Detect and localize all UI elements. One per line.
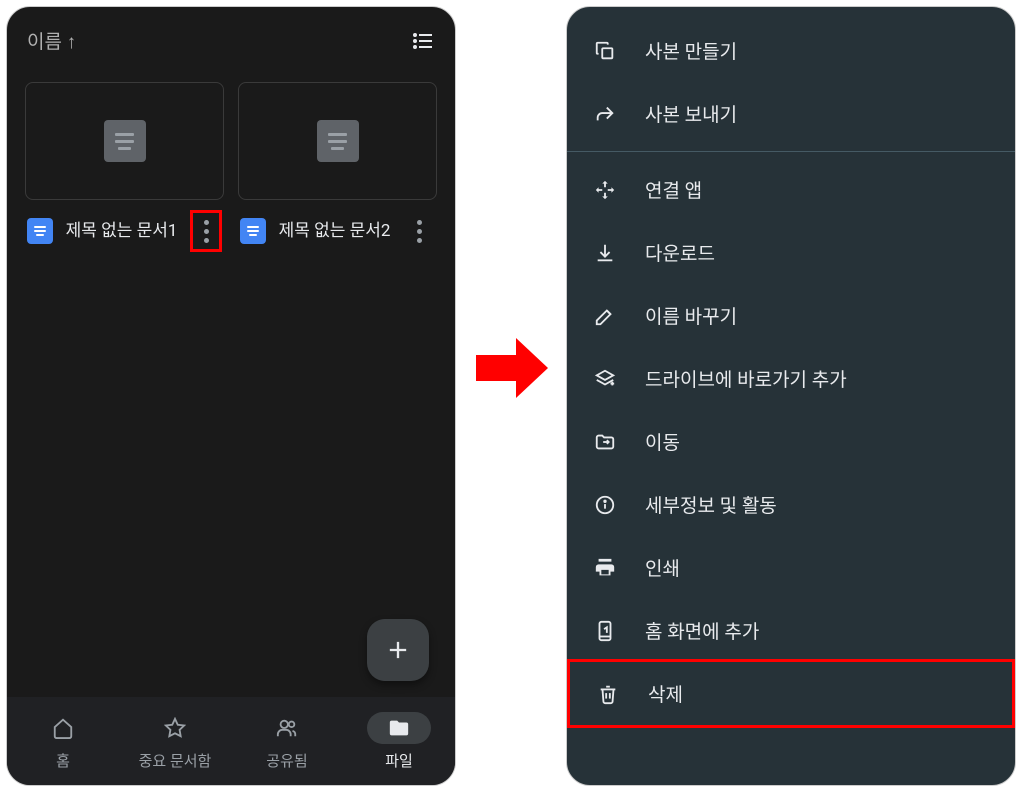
sort-button[interactable]: 이름 ↑ xyxy=(27,27,76,54)
menu-divider xyxy=(567,151,1015,152)
menu-item-label: 인쇄 xyxy=(645,554,680,581)
menu-item-download[interactable]: 다운로드 xyxy=(567,221,1015,284)
context-menu-screen: 사본 만들기사본 보내기연결 앱다운로드이름 바꾸기드라이브에 바로가기 추가이… xyxy=(566,6,1016,786)
menu-item-add-home[interactable]: 홈 화면에 추가 xyxy=(567,599,1015,662)
document-icon xyxy=(104,120,146,162)
file-thumbnail xyxy=(25,82,224,200)
print-icon xyxy=(593,556,617,580)
docs-badge-icon xyxy=(240,218,266,244)
move-icon xyxy=(593,430,617,454)
docs-badge-icon xyxy=(27,218,53,244)
view-toggle-icon[interactable] xyxy=(411,29,435,53)
nav-home[interactable]: 홈 xyxy=(7,697,119,785)
tutorial-arrow-icon xyxy=(476,338,548,398)
files-screen: 이름 ↑ 제목 없는 문서1 제목 없는 문서2 xyxy=(6,6,456,786)
delete-icon xyxy=(596,682,620,706)
menu-item-send[interactable]: 사본 보내기 xyxy=(567,82,1015,145)
menu-item-delete[interactable]: 삭제 xyxy=(567,659,1015,728)
nav-starred[interactable]: 중요 문서함 xyxy=(119,697,231,785)
menu-item-label: 사본 보내기 xyxy=(645,100,737,127)
people-icon xyxy=(276,717,298,739)
menu-item-copy[interactable]: 사본 만들기 xyxy=(567,19,1015,82)
copy-icon xyxy=(593,39,617,63)
nav-label: 홈 xyxy=(56,750,70,771)
bottom-nav: 홈 중요 문서함 공유됨 파일 xyxy=(7,697,455,785)
menu-item-label: 연결 앱 xyxy=(645,176,702,203)
file-card[interactable]: 제목 없는 문서2 xyxy=(238,82,437,262)
file-grid: 제목 없는 문서1 제목 없는 문서2 xyxy=(7,68,455,276)
more-options-button[interactable] xyxy=(403,210,435,252)
menu-item-info[interactable]: 세부정보 및 활동 xyxy=(567,473,1015,536)
more-options-button[interactable] xyxy=(190,210,222,252)
menu-item-label: 이름 바꾸기 xyxy=(645,302,737,329)
shortcut-icon xyxy=(593,367,617,391)
menu-item-rename[interactable]: 이름 바꾸기 xyxy=(567,284,1015,347)
file-thumbnail xyxy=(238,82,437,200)
menu-item-print[interactable]: 인쇄 xyxy=(567,536,1015,599)
file-title: 제목 없는 문서1 xyxy=(61,220,182,242)
info-icon xyxy=(593,493,617,517)
folder-icon xyxy=(388,717,410,739)
menu-item-shortcut[interactable]: 드라이브에 바로가기 추가 xyxy=(567,347,1015,410)
send-icon xyxy=(593,102,617,126)
menu-item-label: 사본 만들기 xyxy=(645,37,737,64)
home-icon xyxy=(52,717,74,739)
menu-item-label: 드라이브에 바로가기 추가 xyxy=(645,365,847,392)
menu-item-move[interactable]: 이동 xyxy=(567,410,1015,473)
star-icon xyxy=(164,717,186,739)
menu-item-open-with[interactable]: 연결 앱 xyxy=(567,158,1015,221)
fab-new-button[interactable] xyxy=(367,619,429,681)
menu-item-label: 삭제 xyxy=(648,680,683,707)
menu-item-label: 홈 화면에 추가 xyxy=(645,617,759,644)
file-card[interactable]: 제목 없는 문서1 xyxy=(25,82,224,262)
nav-label: 파일 xyxy=(385,750,413,771)
nav-label: 중요 문서함 xyxy=(139,750,212,771)
open-with-icon xyxy=(593,178,617,202)
nav-label: 공유됨 xyxy=(266,750,307,771)
file-title: 제목 없는 문서2 xyxy=(274,220,395,242)
nav-files[interactable]: 파일 xyxy=(343,697,455,785)
add-home-icon xyxy=(593,619,617,643)
menu-item-label: 세부정보 및 활동 xyxy=(645,491,777,518)
menu-item-label: 다운로드 xyxy=(645,239,715,266)
document-icon xyxy=(317,120,359,162)
context-menu: 사본 만들기사본 보내기연결 앱다운로드이름 바꾸기드라이브에 바로가기 추가이… xyxy=(567,7,1015,737)
rename-icon xyxy=(593,304,617,328)
download-icon xyxy=(593,241,617,265)
nav-shared[interactable]: 공유됨 xyxy=(231,697,343,785)
topbar: 이름 ↑ xyxy=(7,7,455,68)
menu-item-label: 이동 xyxy=(645,428,680,455)
